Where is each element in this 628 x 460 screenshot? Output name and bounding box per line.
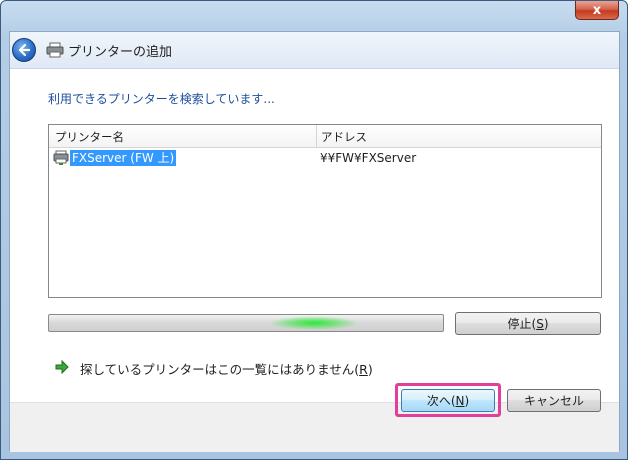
printer-address: ¥¥FW¥FXServer (320, 151, 417, 165)
column-header-printer-name[interactable]: プリンター名 (55, 129, 124, 145)
search-progress-bar (48, 314, 444, 332)
progress-glow (269, 316, 359, 330)
close-icon: x (592, 2, 602, 18)
printer-name: FXServer (FW 上) (70, 150, 177, 166)
back-button[interactable] (12, 38, 36, 62)
printer-row[interactable]: FXServer (FW 上) ¥¥FW¥FXServer (49, 149, 601, 167)
green-arrow-icon (55, 359, 69, 375)
printer-not-listed-text: 探しているプリンターはこの一覧にはありません(R) (80, 362, 373, 377)
wizard-content: プリンターの追加 利用できるプリンターを検索しています... プリンター名 アド… (9, 31, 620, 452)
search-status-text: 利用できるプリンターを検索しています... (48, 92, 275, 106)
list-header: プリンター名 アドレス (49, 125, 601, 148)
cancel-button[interactable]: キャンセル (507, 389, 601, 412)
back-arrow-icon (18, 43, 31, 57)
close-button[interactable]: x (575, 1, 619, 20)
wizard-header: プリンターの追加 (10, 32, 619, 69)
column-header-address[interactable]: アドレス (321, 129, 367, 145)
add-printer-window: x プリンターの追加 利用できるプリンターを検索しています... プリンター名 … (0, 0, 628, 460)
stop-button[interactable]: 停止(S) (455, 312, 601, 335)
next-button[interactable]: 次へ(N) (401, 389, 495, 412)
network-printer-icon (53, 150, 69, 165)
printer-list[interactable]: プリンター名 アドレス FXServer (FW 上) ¥¥FW¥FXServe… (48, 124, 602, 298)
window-title: プリンターの追加 (68, 45, 173, 60)
column-divider[interactable] (316, 125, 317, 147)
printer-icon (46, 42, 64, 58)
